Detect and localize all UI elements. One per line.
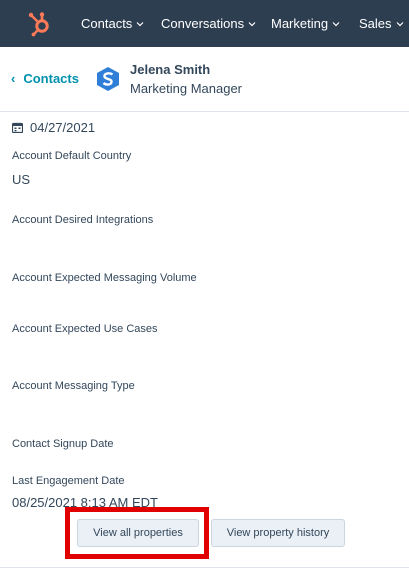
chevron-down-icon: [396, 21, 403, 26]
nav-contacts-label: Contacts: [81, 16, 133, 31]
property-label-account-expected-messaging-volume: Account Expected Messaging Volume: [12, 272, 197, 284]
chevron-down-icon: [332, 21, 340, 26]
property-label-account-expected-use-cases: Account Expected Use Cases: [12, 323, 158, 335]
chevron-down-icon: [248, 21, 256, 26]
property-value-account-default-country[interactable]: US: [12, 172, 30, 187]
nav-sales[interactable]: Sales: [359, 0, 404, 47]
chevron-down-icon: [136, 21, 144, 26]
property-label-account-desired-integrations: Account Desired Integrations: [12, 214, 154, 226]
property-label-account-messaging-type: Account Messaging Type: [12, 380, 135, 392]
property-label-account-default-country: Account Default Country: [12, 150, 132, 162]
view-all-properties-button[interactable]: View all properties: [77, 519, 199, 547]
top-navigation-bar: Contacts Conversations Marketing Sales: [0, 0, 409, 47]
chevron-left-icon: ‹: [11, 71, 16, 86]
nav-conversations-label: Conversations: [161, 16, 245, 31]
property-label-contact-signup-date: Contact Signup Date: [12, 438, 114, 450]
calendar-icon: [12, 122, 23, 133]
contact-header: ‹ Contacts Jelena Smith Marketing Manage…: [0, 47, 409, 112]
hubspot-sprocket-icon[interactable]: [27, 11, 53, 37]
nav-contacts[interactable]: Contacts: [81, 0, 144, 47]
nav-sales-label: Sales: [359, 16, 392, 31]
company-logo-icon: [97, 67, 119, 91]
back-to-contacts-link[interactable]: ‹ Contacts: [11, 71, 79, 86]
nav-marketing[interactable]: Marketing: [271, 0, 340, 47]
nav-conversations[interactable]: Conversations: [161, 0, 256, 47]
contact-properties-panel: 04/27/2021 Account Default Country US Ac…: [0, 112, 409, 572]
property-value-last-engagement-date[interactable]: 08/25/2021 8:13 AM EDT: [12, 495, 158, 510]
property-label-last-engagement-date: Last Engagement Date: [12, 475, 125, 487]
view-property-history-button[interactable]: View property history: [211, 519, 345, 547]
nav-marketing-label: Marketing: [271, 16, 329, 31]
date-property-value[interactable]: 04/27/2021: [12, 120, 95, 135]
contact-job-title: Marketing Manager: [130, 81, 242, 96]
back-link-label: Contacts: [23, 71, 79, 86]
contact-name: Jelena Smith: [130, 62, 211, 77]
date-value-text: 04/27/2021: [30, 120, 96, 135]
divider: [0, 567, 409, 568]
